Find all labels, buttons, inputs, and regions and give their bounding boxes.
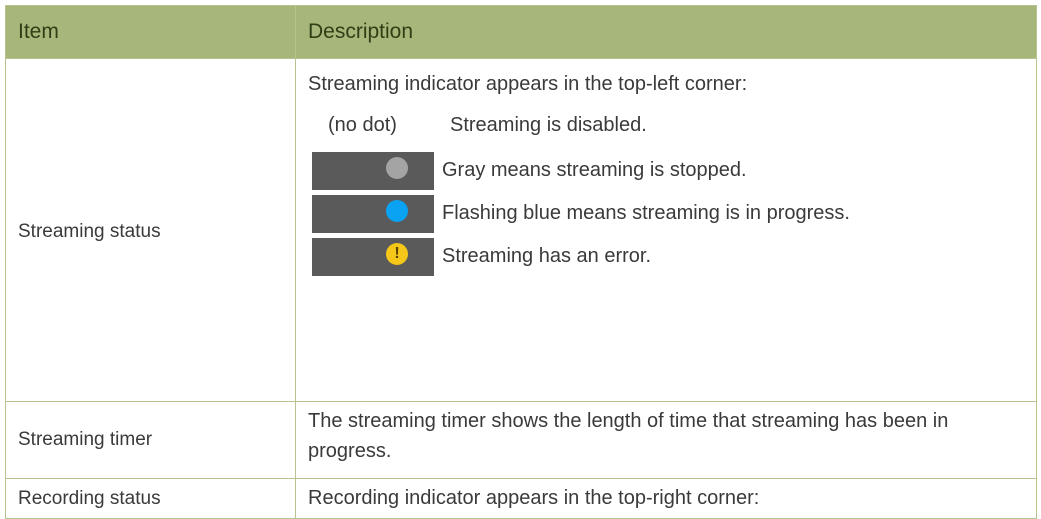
indicator-row-disabled: (no dot) Streaming is disabled. xyxy=(308,112,1036,152)
indicator-text: Streaming is disabled. xyxy=(450,114,647,136)
warning-dot-icon: ! xyxy=(386,243,408,265)
table-header-row: Item Description xyxy=(5,5,1037,59)
gray-dot-icon xyxy=(386,157,408,179)
indicator-intro: Streaming indicator appears in the top-l… xyxy=(308,73,748,95)
indicator-text: Streaming has an error. xyxy=(442,245,651,267)
blue-dot-icon xyxy=(386,200,408,222)
indicator-bar xyxy=(312,152,434,190)
item-cell: Streaming timer xyxy=(5,401,296,479)
indicator-row-stopped: Gray means streaming is stopped. xyxy=(308,152,1036,195)
indicator-bar xyxy=(312,195,434,233)
table-row: Streaming timer The streaming timer show… xyxy=(5,401,1037,479)
description-cell: Streaming indicator appears in the top-l… xyxy=(295,58,1037,402)
indicator-row-streaming: Flashing blue means streaming is in prog… xyxy=(308,195,1036,238)
description-cell: The streaming timer shows the length of … xyxy=(295,401,1037,479)
indicator-row-error: ! Streaming has an error. xyxy=(308,238,1036,281)
item-cell: Streaming status xyxy=(5,58,296,402)
header-item: Item xyxy=(5,5,296,59)
no-dot-label: (no dot) xyxy=(328,114,397,136)
header-description: Description xyxy=(295,5,1037,59)
indicator-bar: ! xyxy=(312,238,434,276)
item-label: Streaming status xyxy=(18,221,161,242)
table-row: Streaming status Streaming indicator app… xyxy=(5,58,1037,402)
indicator-text: Flashing blue means streaming is in prog… xyxy=(442,202,850,224)
indicator-text: Gray means streaming is stopped. xyxy=(442,159,747,181)
status-items-table: Item Description Streaming status Stream… xyxy=(5,5,1037,519)
